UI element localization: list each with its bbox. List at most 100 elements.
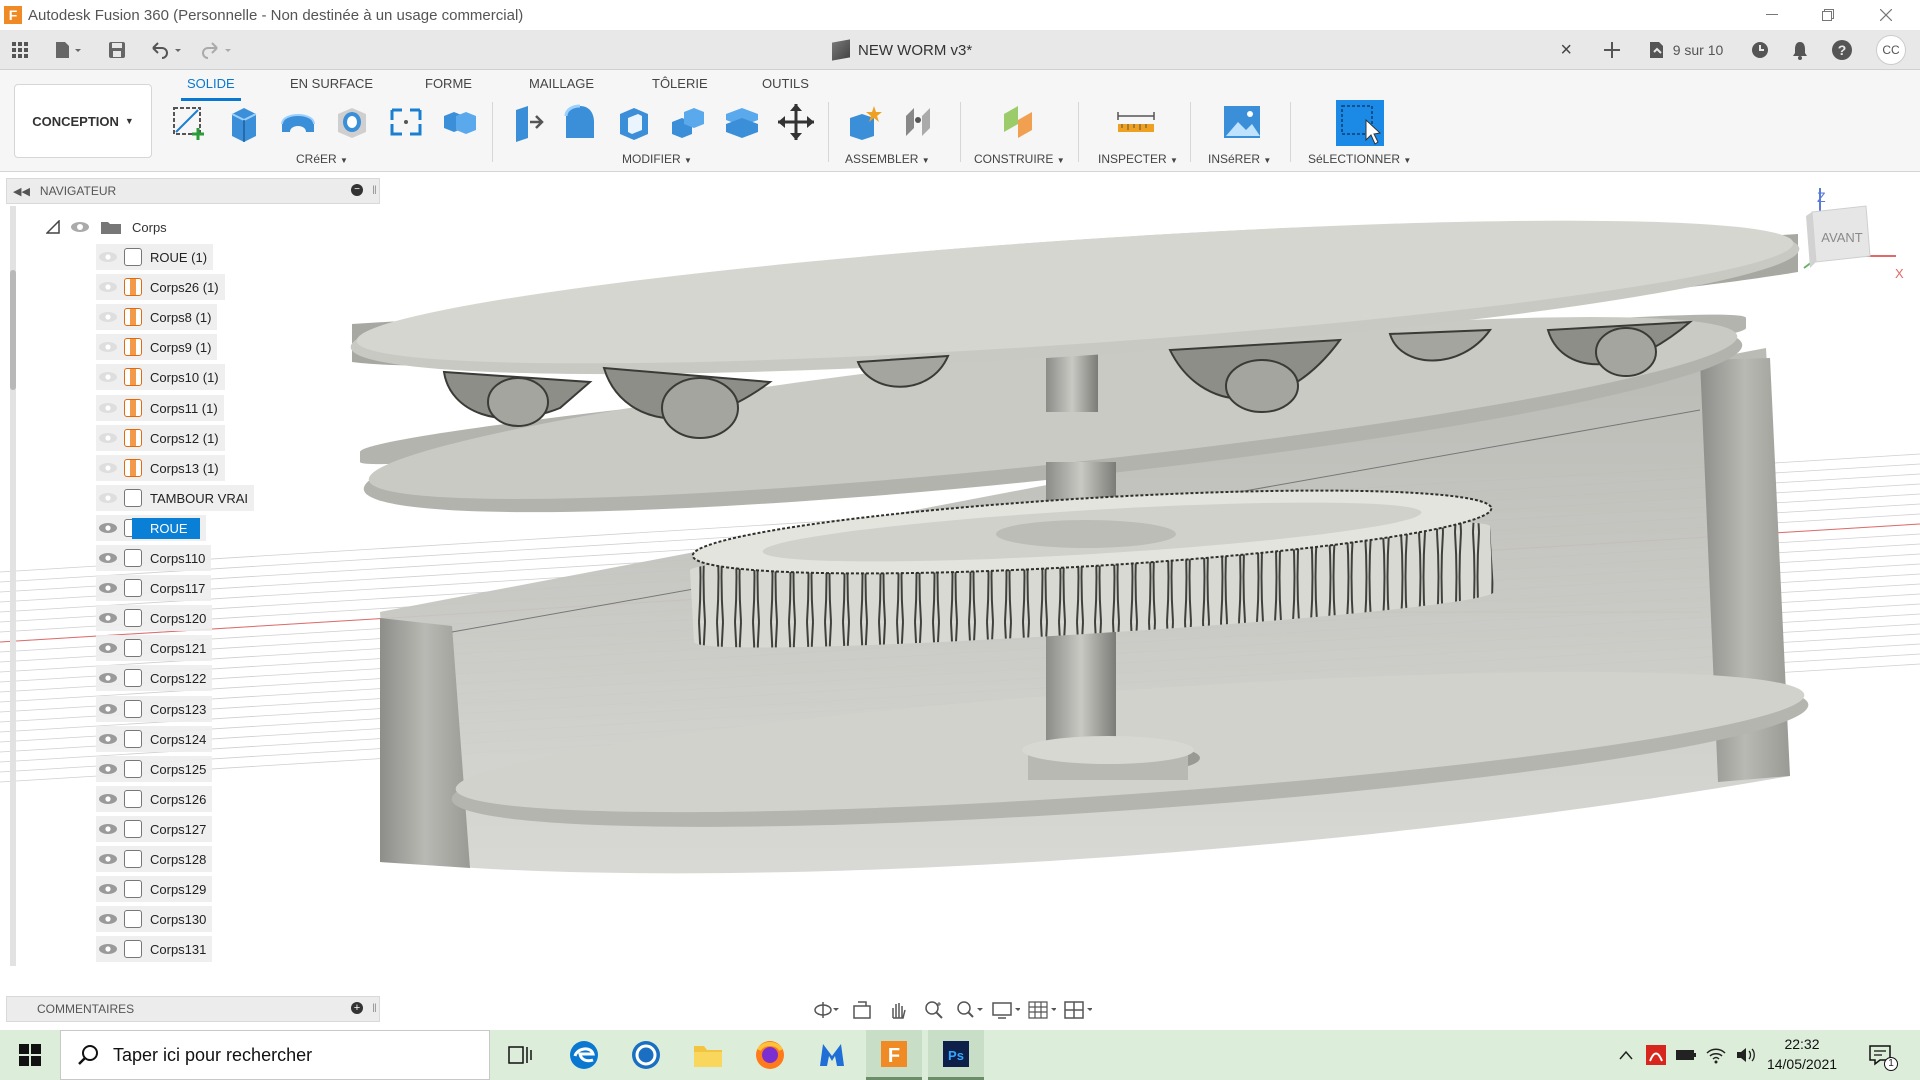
eye-icon[interactable] [96,605,120,631]
group-assembler[interactable]: ASSEMBLER ▼ [845,152,930,166]
tree-item[interactable]: Corps12 (1) [96,425,225,451]
eye-icon[interactable] [96,726,120,752]
taskbar-app-edge[interactable] [556,1030,612,1080]
insert-canvas-button[interactable] [1220,100,1264,144]
eye-hidden-icon[interactable] [96,485,120,511]
taskbar-app-firefox[interactable] [742,1030,798,1080]
document-tab[interactable]: NEW WORM v3* × [832,30,1572,70]
tab-forme[interactable]: FORME [425,76,472,98]
eye-icon[interactable] [96,756,120,782]
tree-item[interactable]: Corps11 (1) [96,395,224,421]
undo-button[interactable] [146,38,186,62]
tree-item[interactable]: Corps117 [96,575,212,601]
move-copy-button[interactable] [774,100,818,144]
collapse-panel-icon[interactable]: ◀◀ [13,185,30,198]
file-menu-button[interactable] [48,38,88,62]
show-hidden-icons-button[interactable] [1612,1030,1640,1080]
viewports-button[interactable] [1064,998,1092,1022]
restore-button[interactable] [1800,0,1856,30]
tree-item[interactable]: Corps124 [96,726,213,752]
eye-icon[interactable] [96,665,120,691]
eye-icon[interactable] [96,786,120,812]
orbit-button[interactable] [812,998,840,1022]
display-settings-button[interactable] [992,998,1020,1022]
press-pull-button[interactable] [504,100,548,144]
select-button[interactable] [1336,100,1384,146]
eye-icon[interactable] [96,906,120,932]
eye-hidden-icon[interactable] [96,274,120,300]
look-at-button[interactable] [848,998,876,1022]
combine-button[interactable] [438,100,482,144]
tree-item[interactable]: Corps130 [96,906,213,932]
joint-button[interactable] [896,100,940,144]
navigator-header[interactable]: ◀◀ NAVIGATEUR − ‖ [6,178,380,204]
rectangular-pattern-button[interactable] [384,100,428,144]
tab-solide[interactable]: SOLIDE [181,76,241,101]
tree-item[interactable]: Corps10 (1) [96,364,225,390]
help-button[interactable]: ? [1826,30,1858,70]
action-center-button[interactable]: 1 [1862,1030,1898,1080]
view-cube[interactable]: Z X AVANT [1803,188,1904,281]
split-body-button[interactable] [720,100,764,144]
eye-icon[interactable] [96,846,120,872]
tree-item[interactable]: Corps110 [96,545,212,571]
tree-item[interactable]: TAMBOUR VRAI [96,485,254,511]
group-construire[interactable]: CONSTRUIRE ▼ [974,152,1065,166]
create-sketch-button[interactable] [168,100,212,144]
close-button[interactable] [1858,0,1914,30]
pan-button[interactable] [884,998,912,1022]
scale-button[interactable] [666,100,710,144]
group-inserer[interactable]: INSéRER ▼ [1208,152,1271,166]
eye-hidden-icon[interactable] [96,334,120,360]
hole-button[interactable] [330,100,374,144]
tree-item[interactable]: Corps126 [96,786,213,812]
minimize-button[interactable] [1744,0,1800,30]
eye-hidden-icon[interactable] [96,425,120,451]
job-status-button[interactable]: 9 sur 10 [1640,30,1730,70]
tab-en-surface[interactable]: EN SURFACE [290,76,373,98]
tree-item[interactable]: Corps125 [96,756,213,782]
eye-icon[interactable] [96,936,120,962]
eye-hidden-icon[interactable] [96,364,120,390]
eye-icon[interactable] [96,816,120,842]
fillet-button[interactable] [558,100,602,144]
tree-item[interactable]: Corps8 (1) [96,304,218,330]
taskbar-clock[interactable]: 22:32 14/05/2021 [1752,1034,1852,1074]
redo-button[interactable] [196,38,236,62]
task-view-button[interactable] [492,1030,548,1080]
pin-panel-icon[interactable]: ‖ [372,183,377,197]
eye-hidden-icon[interactable] [96,304,120,330]
expand-triangle-icon[interactable] [46,220,60,234]
tray-wifi[interactable] [1702,1030,1730,1080]
tree-item[interactable]: ROUE (1) [96,244,214,270]
tray-acrobat[interactable] [1642,1030,1670,1080]
close-document-icon[interactable]: × [1560,39,1572,62]
tree-item[interactable]: Corps131 [96,936,213,962]
group-selectionner[interactable]: SéLECTIONNER ▼ [1308,152,1411,166]
taskbar-app-explorer[interactable] [680,1030,736,1080]
tree-item[interactable]: Corps129 [96,876,213,902]
group-modifier[interactable]: MODIFIER ▼ [622,152,692,166]
eye-icon[interactable] [96,545,120,571]
tab-outils[interactable]: OUTILS [762,76,809,98]
user-account-button[interactable]: CC [1874,30,1908,70]
notifications-button[interactable] [1784,30,1816,70]
zoom-button[interactable] [920,998,948,1022]
comments-panel-header[interactable]: COMMENTAIRES + ‖ [6,996,380,1022]
folder-row[interactable]: Corps [46,214,167,240]
tree-item[interactable]: Corps122 [96,665,213,691]
history-button[interactable] [1744,30,1776,70]
eye-icon[interactable] [96,635,120,661]
data-panel-button[interactable] [8,38,32,62]
eye-hidden-icon[interactable] [96,455,120,481]
new-tab-button[interactable] [1596,30,1628,70]
group-inspecter[interactable]: INSPECTER ▼ [1098,152,1178,166]
eye-icon[interactable] [96,515,120,541]
save-button[interactable] [104,38,130,62]
fit-button[interactable] [956,998,984,1022]
tree-item[interactable]: Corps13 (1) [96,455,225,481]
offset-plane-button[interactable] [998,100,1042,144]
tree-item[interactable]: ROUE [96,515,206,541]
tree-item[interactable]: Corps121 [96,635,213,661]
eye-icon[interactable] [96,876,120,902]
